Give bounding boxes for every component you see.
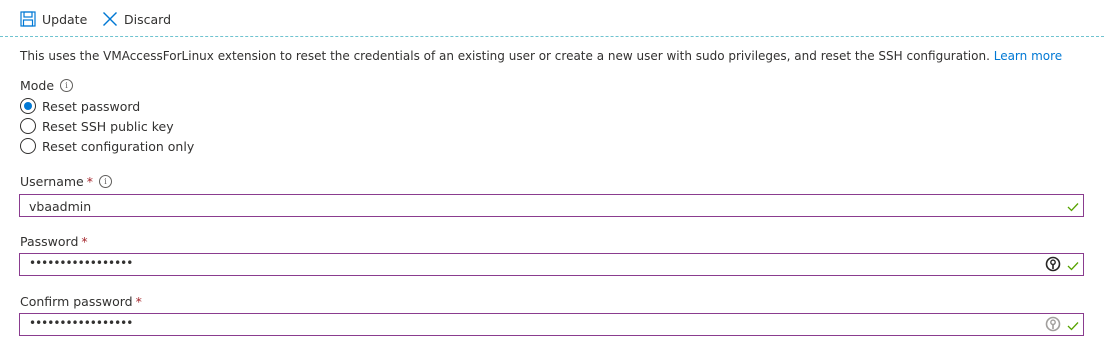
- discard-label: Discard: [124, 11, 171, 27]
- mode-label-row: Mode i: [20, 78, 74, 93]
- required-marker: *: [86, 174, 93, 189]
- radio-button[interactable]: [20, 118, 36, 134]
- checkmark-icon: [1067, 200, 1079, 215]
- radio-button[interactable]: [20, 138, 36, 154]
- username-input[interactable]: vbaadmin: [19, 194, 1084, 217]
- radio-reset-configuration-only[interactable]: Reset configuration only: [20, 137, 194, 155]
- radio-label: Reset password: [42, 98, 141, 114]
- username-label: Username *: [20, 174, 93, 189]
- confirm-password-label-row: Confirm password *: [20, 294, 142, 309]
- password-input[interactable]: •••••••••••••••••: [19, 253, 1084, 276]
- confirm-password-label: Confirm password *: [20, 294, 142, 309]
- password-manager-key-icon[interactable]: [1045, 256, 1061, 275]
- info-icon[interactable]: i: [60, 79, 74, 92]
- required-marker: *: [135, 294, 142, 309]
- password-value: •••••••••••••••••: [29, 256, 133, 270]
- radio-reset-ssh-public-key[interactable]: Reset SSH public key: [20, 117, 174, 135]
- description: This uses the VMAccessForLinux extension…: [20, 49, 1100, 63]
- radio-reset-password[interactable]: Reset password: [20, 97, 140, 115]
- learn-more-link[interactable]: Learn more: [994, 49, 1062, 63]
- save-icon: [20, 11, 36, 27]
- checkmark-icon: [1067, 259, 1079, 274]
- mode-label: Mode: [20, 78, 55, 93]
- update-label: Update: [42, 11, 88, 27]
- radio-label: Reset SSH public key: [42, 118, 174, 134]
- close-icon: [102, 11, 118, 27]
- password-label-row: Password *: [20, 234, 88, 249]
- required-marker: *: [81, 234, 88, 249]
- command-bar: Update Discard: [0, 0, 1104, 37]
- confirm-password-value: •••••••••••••••••: [29, 316, 133, 330]
- update-button[interactable]: Update: [20, 9, 87, 29]
- checkmark-icon: [1067, 319, 1079, 334]
- radio-label: Reset configuration only: [42, 138, 195, 154]
- description-text: This uses the VMAccessForLinux extension…: [20, 49, 990, 63]
- password-label: Password *: [20, 234, 88, 249]
- info-icon[interactable]: i: [98, 175, 112, 188]
- username-value: vbaadmin: [29, 199, 92, 214]
- discard-button[interactable]: Discard: [102, 9, 171, 29]
- username-label-row: Username * i: [20, 174, 112, 189]
- password-manager-key-icon[interactable]: [1045, 316, 1061, 335]
- confirm-password-input[interactable]: •••••••••••••••••: [19, 313, 1084, 336]
- radio-button-selected[interactable]: [20, 98, 36, 114]
